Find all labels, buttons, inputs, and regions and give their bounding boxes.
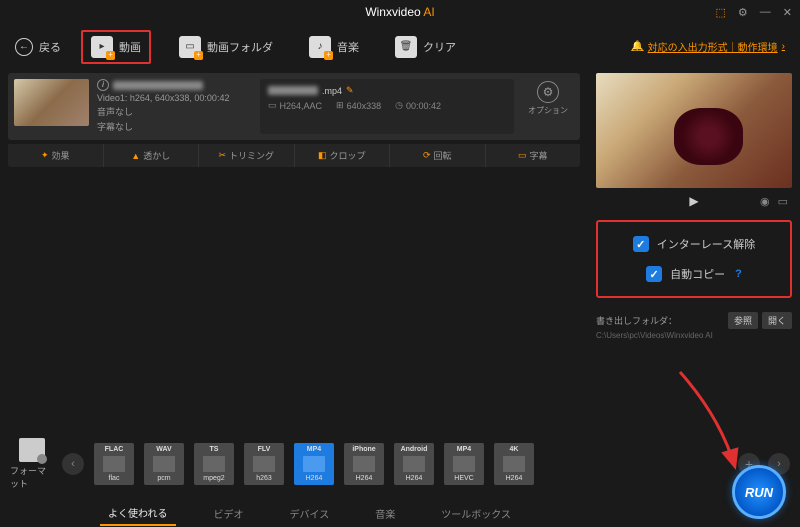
video-icon: ▸+ — [91, 36, 113, 58]
toolbar-folder-label: 動画フォルダ — [207, 39, 273, 55]
format-4K-H264[interactable]: 4KH264 — [492, 443, 536, 485]
autocopy-checkbox[interactable]: ✓ 自動コピー ? — [608, 266, 780, 282]
bell-icon: 🔔 — [631, 41, 643, 52]
format-Android-H264[interactable]: AndroidH264 — [392, 443, 436, 485]
close-icon[interactable]: ✕ — [783, 6, 792, 19]
output-name-redacted — [268, 86, 318, 95]
options-button[interactable]: ⚙ オプション — [522, 79, 574, 134]
edit-tab-字幕[interactable]: ▭字幕 — [486, 144, 581, 167]
toolbar-clear[interactable]: 🗑 クリア — [387, 32, 464, 62]
category-tab-デバイス[interactable]: デバイス — [282, 502, 338, 525]
audio-info: 音声なし — [97, 105, 252, 119]
edit-tab-効果[interactable]: ✦効果 — [8, 144, 104, 167]
edit-tab-トリミング[interactable]: ✂トリミング — [199, 144, 295, 167]
output-ext: .mp4 — [322, 86, 342, 96]
output-duration: 00:00:42 — [406, 101, 441, 111]
format-icon — [19, 438, 45, 462]
category-tab-音楽[interactable]: 音楽 — [367, 502, 403, 525]
format-iPhone-H264[interactable]: iPhoneH264 — [342, 443, 386, 485]
format-TS-mpeg2[interactable]: TSmpeg2 — [192, 443, 236, 485]
check-icon: ✓ — [646, 266, 662, 282]
output-codec: H264,AAC — [280, 101, 323, 111]
gear-icon: ⚙ — [537, 81, 559, 103]
folder-icon: ▭+ — [179, 36, 201, 58]
edit-tab-回転[interactable]: ⟳回転 — [390, 144, 486, 167]
subtitle-info: 字幕なし — [97, 120, 252, 134]
category-tab-ビデオ[interactable]: ビデオ — [206, 502, 252, 525]
io-format-link[interactable]: 🔔 対応の入出力形式｜動作環境 › — [631, 39, 785, 54]
format-prev-button[interactable]: ‹ — [62, 453, 84, 475]
video-thumbnail — [14, 79, 89, 126]
category-tab-よく使われる[interactable]: よく使われる — [100, 501, 176, 526]
output-folder-label: 書き出しフォルダ： — [596, 314, 677, 327]
toolbar-clear-label: クリア — [423, 39, 456, 55]
toolbar-music-label: 音楽 — [337, 39, 359, 55]
video-codec-info: Video1: h264, 640x338, 00:00:42 — [97, 91, 252, 105]
category-tab-ツールボックス[interactable]: ツールボックス — [433, 502, 519, 525]
toolbar-video-label: 動画 — [119, 39, 141, 55]
format-MP4-HEVC[interactable]: MP4HEVC — [442, 443, 486, 485]
format-WAV-pcm[interactable]: WAVpcm — [142, 443, 186, 485]
output-resolution: 640x338 — [347, 101, 382, 111]
open-button[interactable]: 開く — [762, 312, 792, 329]
deinterlace-checkbox[interactable]: ✓ インターレース解除 — [608, 236, 780, 252]
trash-icon: 🗑 — [395, 36, 417, 58]
app-title-ai: AI — [423, 5, 434, 19]
camera-icon[interactable]: ◉ — [760, 195, 770, 208]
app-title-brand: Winxvideo — [365, 5, 420, 19]
video-item[interactable]: i Video1: h264, 640x338, 00:00:42 音声なし 字… — [8, 73, 580, 140]
preview-pane — [596, 73, 792, 188]
format-FLV-h263[interactable]: FLVh263 — [242, 443, 286, 485]
edit-icon[interactable]: ✎ — [346, 85, 354, 96]
back-button[interactable]: ← 戻る — [15, 38, 61, 56]
toolbar-video-folder[interactable]: ▭+ 動画フォルダ — [171, 32, 281, 62]
output-path: C:\Users\pc\Videos\Winxvideo AI — [596, 331, 792, 340]
edit-tab-クロップ[interactable]: ◧クロップ — [295, 144, 391, 167]
cart-icon[interactable]: ⬚ — [716, 6, 726, 19]
toolbar-music[interactable]: ♪+ 音楽 — [301, 32, 367, 62]
music-icon: ♪+ — [309, 36, 331, 58]
info-icon: i — [97, 79, 109, 91]
check-icon: ✓ — [633, 236, 649, 252]
minimize-icon[interactable]: — — [760, 6, 771, 18]
options-panel: ✓ インターレース解除 ✓ 自動コピー ? — [596, 220, 792, 298]
back-label: 戻る — [39, 39, 61, 55]
format-button[interactable]: フォーマット — [10, 438, 54, 490]
play-button[interactable]: ▶ — [689, 194, 698, 208]
codec-icon: ▭ — [268, 100, 277, 111]
fullscreen-icon[interactable]: ▭ — [778, 195, 788, 208]
help-icon[interactable]: ? — [735, 268, 742, 280]
format-MP4-H264[interactable]: MP4H264 — [292, 443, 336, 485]
chevron-right-icon: › — [782, 41, 785, 52]
toolbar-video[interactable]: ▸+ 動画 — [81, 30, 151, 64]
format-FLAC-flac[interactable]: FLACflac — [92, 443, 136, 485]
browse-button[interactable]: 参照 — [728, 312, 758, 329]
back-arrow-icon: ← — [15, 38, 33, 56]
video-name-redacted — [113, 81, 203, 90]
clock-icon: ◷ — [395, 100, 403, 111]
edit-tab-透かし[interactable]: ▲透かし — [104, 144, 200, 167]
resolution-icon: ⊞ — [336, 100, 344, 111]
settings-icon[interactable]: ⚙ — [738, 6, 748, 19]
